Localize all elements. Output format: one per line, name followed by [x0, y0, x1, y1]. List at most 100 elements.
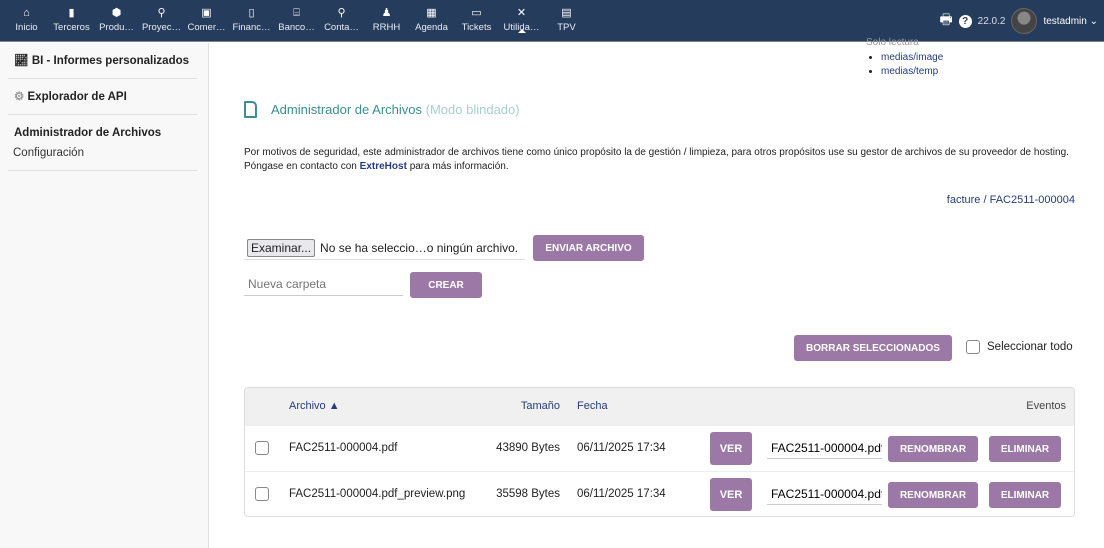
no-file-text: No se ha seleccio…o ningún archivo.: [320, 240, 519, 255]
menu-item-banco[interactable]: ⌸ Banco…: [274, 0, 319, 33]
table-row: FAC2511-000004.pdf 43890 Bytes 06/11/202…: [245, 425, 1074, 471]
readonly-path[interactable]: medias/temp: [881, 66, 938, 77]
menu-item-produ[interactable]: ⬢ Produ…: [94, 0, 139, 33]
rename-button[interactable]: RENOMBRAR: [888, 436, 978, 462]
view-button[interactable]: VER: [710, 432, 752, 465]
readonly-path[interactable]: medias/image: [881, 52, 943, 63]
tools-icon: ✕: [516, 7, 527, 19]
sidebar-item-label: BI - Informes personalizados: [31, 55, 190, 67]
sidebar-item-configuration[interactable]: Configuración: [13, 147, 191, 159]
upload-button[interactable]: ENVIAR ARCHIVO: [533, 235, 644, 261]
main-content: Solo lectura medias/image medias/temp Ad…: [209, 37, 1104, 548]
menu-item-label: RRHH: [372, 22, 401, 33]
sidebar-item-api[interactable]: ⚙ Explorador de API: [8, 79, 197, 115]
main-menu: ⌂ Inicio ▮ Terceros ⬢ Produ… ⚲ Proyec… ▣ Comer… ▯ F…: [4, 0, 589, 33]
file-size: 43890 Bytes: [496, 442, 560, 454]
rename-button[interactable]: RENOMBRAR: [888, 482, 978, 508]
sort-date-header[interactable]: Fecha: [577, 400, 608, 412]
user-tie-icon: ♟: [381, 7, 392, 19]
row-checkbox[interactable]: [255, 441, 269, 455]
calendar-icon: ▦: [426, 7, 437, 19]
sitemap-icon: ⚲: [157, 7, 166, 19]
events-header: Eventos: [1026, 400, 1066, 412]
home-icon: ⌂: [23, 7, 30, 19]
cube-icon: ⬢: [111, 7, 122, 19]
security-notice: Por motivos de seguridad, este administr…: [244, 147, 1069, 158]
menu-item-tpv[interactable]: ▤ TPV: [544, 0, 589, 33]
menu-item-label: Tickets: [461, 22, 492, 33]
menu-item-label: TPV: [557, 22, 576, 33]
menu-item-label: Inicio: [15, 22, 38, 33]
select-all-checkbox[interactable]: [966, 340, 980, 354]
sort-size-header[interactable]: Tamaño: [521, 400, 560, 412]
print-icon[interactable]: 🖶: [939, 9, 952, 33]
sidebar-section-file-manager[interactable]: Administrador de Archivos: [14, 127, 191, 139]
bank-icon: ⌸: [293, 7, 300, 19]
page-title-mode: (Modo blindado): [425, 102, 520, 117]
building-icon: ▮: [68, 7, 75, 19]
select-all-label: Seleccionar todo: [987, 341, 1073, 353]
page-title: Administrador de Archivos: [271, 102, 423, 117]
file-name: FAC2511-000004.pdf: [289, 442, 398, 454]
file-upload-input[interactable]: Examinar... No se ha seleccio…o ningún a…: [244, 236, 525, 260]
menu-item-inicio[interactable]: ⌂ Inicio: [4, 0, 49, 33]
menu-item-label: Utilida…: [503, 22, 540, 33]
menu-item-tickets[interactable]: ▭ Tickets: [454, 0, 499, 33]
row-checkbox[interactable]: [255, 487, 269, 501]
file-date: 06/11/2025 17:34: [577, 442, 666, 454]
file-icon: [244, 101, 257, 118]
sidebar-item-bi[interactable]: 📈︎ BI - Informes personalizados: [8, 43, 197, 79]
rename-input[interactable]: [767, 484, 882, 505]
table-header: Archivo ▲ Tamaño Fecha Eventos: [245, 388, 1074, 425]
file-date: 06/11/2025 17:34: [577, 488, 666, 500]
select-all[interactable]: Seleccionar todo: [966, 340, 1073, 354]
chart-line-icon: 📈︎: [14, 55, 29, 67]
menu-item-proyec[interactable]: ⚲ Proyec…: [139, 0, 184, 33]
view-button[interactable]: VER: [710, 478, 752, 511]
avatar[interactable]: [1011, 8, 1038, 34]
delete-selected-button[interactable]: BORRAR SELECCIONADOS: [794, 335, 952, 361]
ticket-icon: ▭: [471, 7, 482, 19]
user-menu[interactable]: testadmin ⌄: [1043, 16, 1098, 27]
file-name: FAC2511-000004.pdf_preview.png: [289, 488, 466, 500]
sidebar: 📈︎ BI - Informes personalizados ⚙ Explor…: [0, 43, 209, 548]
cash-register-icon: ▤: [561, 7, 572, 19]
host-link[interactable]: ExtreHost: [360, 161, 407, 172]
top-navbar: ⌂ Inicio ▮ Terceros ⬢ Produ… ⚲ Proyec… ▣ Comer… ▯ F…: [0, 0, 1104, 42]
rename-input[interactable]: [767, 438, 882, 459]
table-row: FAC2511-000004.pdf_preview.png 35598 Byt…: [245, 471, 1074, 516]
browse-button[interactable]: Examinar...: [247, 238, 316, 257]
briefcase-icon: ▣: [201, 7, 212, 19]
file-size: 35598 Bytes: [496, 488, 560, 500]
invoice-icon: ▯: [248, 7, 255, 19]
menu-item-conta[interactable]: ⚲ Conta…: [319, 0, 364, 33]
menu-item-comer[interactable]: ▣ Comer…: [184, 0, 229, 33]
breadcrumb-path[interactable]: facture / FAC2511-000004: [947, 194, 1075, 206]
chevron-down-icon: ⌄: [1089, 15, 1098, 27]
create-folder-button[interactable]: CREAR: [410, 272, 482, 298]
help-icon[interactable]: ?: [958, 14, 972, 28]
menu-item-utilida[interactable]: ✕ Utilida…: [499, 0, 544, 33]
menu-item-label: Produ…: [99, 22, 134, 33]
readonly-label: Solo lectura: [866, 37, 919, 48]
delete-button[interactable]: ELIMINAR: [989, 482, 1061, 508]
sidebar-item-label: Explorador de API: [27, 91, 127, 103]
version: 22.0.2: [977, 15, 1006, 27]
menu-item-terceros[interactable]: ▮ Terceros: [49, 0, 94, 33]
notice-text: para más información.: [409, 161, 509, 172]
menu-item-rrhh[interactable]: ♟ RRHH: [364, 0, 409, 33]
menu-item-label: Financ…: [232, 22, 271, 33]
delete-button[interactable]: ELIMINAR: [989, 436, 1061, 462]
menu-item-label: Terceros: [53, 22, 90, 33]
menu-item-agenda[interactable]: ▦ Agenda: [409, 0, 454, 33]
menu-item-financ[interactable]: ▯ Financ…: [229, 0, 274, 33]
sort-file-header[interactable]: Archivo ▲: [289, 400, 340, 412]
new-folder-input[interactable]: [244, 273, 403, 296]
username: testadmin: [1043, 15, 1087, 27]
menu-item-label: Comer…: [187, 22, 226, 33]
notice-text: Póngase en contacto con: [244, 161, 357, 172]
menu-item-label: Conta…: [324, 22, 359, 33]
menu-item-label: Banco…: [278, 22, 315, 33]
search-dollar-icon: ⚲: [337, 7, 346, 19]
menu-item-label: Agenda: [415, 22, 448, 33]
